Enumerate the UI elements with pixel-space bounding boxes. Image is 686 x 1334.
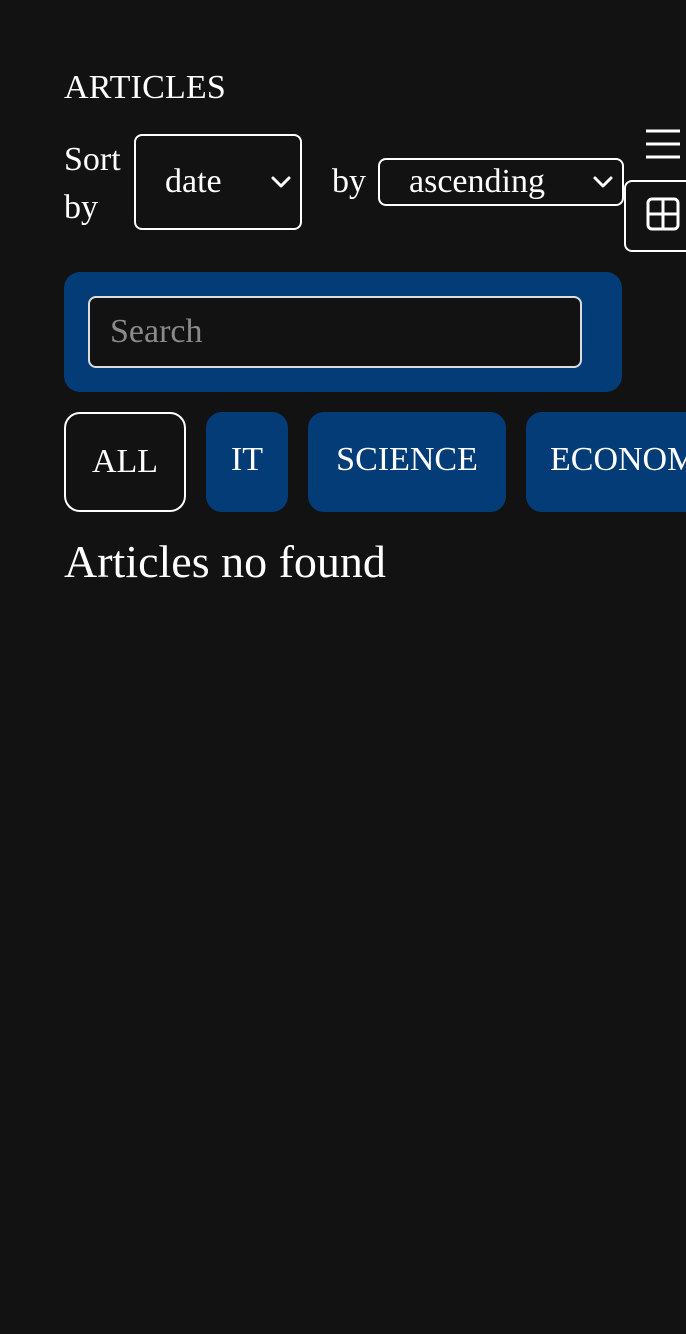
sort-order-select[interactable]: ascending [378,158,624,206]
tile-view-button[interactable] [624,180,686,252]
list-view-button[interactable] [640,124,686,168]
chevron-down-icon [593,176,613,188]
chevron-down-icon [271,176,291,188]
hamburger-list-icon [646,129,680,159]
sort-field-select[interactable]: date [134,134,302,230]
sort-field-value: date [165,163,222,200]
sort-order-value: ascending [409,163,545,200]
order-by-label: by [332,163,366,200]
tab-science[interactable]: SCIENCE [308,412,506,512]
tab-all[interactable]: ALL [64,412,186,512]
search-input[interactable] [88,296,582,368]
sort-by-label: Sort by [64,141,121,226]
tab-it[interactable]: IT [206,412,288,512]
page-title: ARTICLES [64,69,227,106]
empty-state-message: Articles no found [64,536,386,587]
search-card [64,272,622,392]
tab-economics[interactable]: ECONOMICS [526,412,686,512]
articles-page: ARTICLES Sort by date by ascending ALL I… [0,0,686,1334]
grid-tile-icon [646,197,680,231]
